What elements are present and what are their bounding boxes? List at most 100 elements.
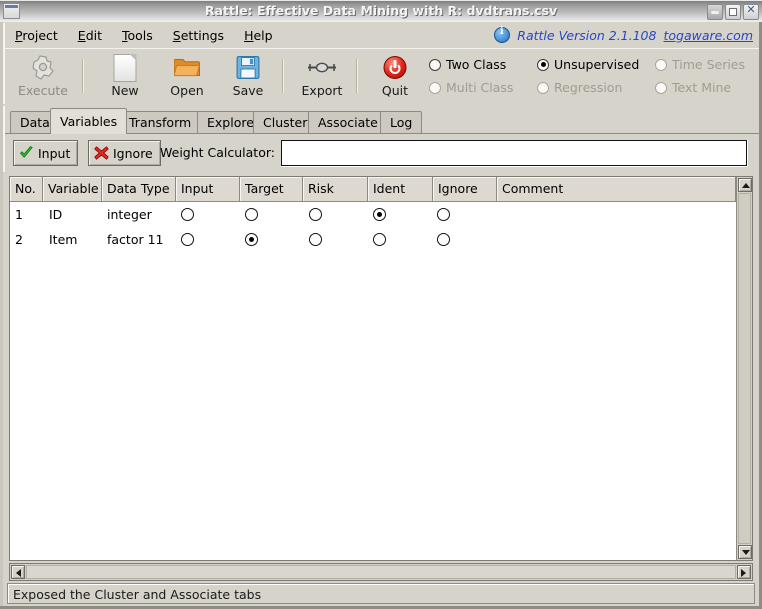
radio-multi-class-label: Multi Class — [446, 80, 514, 95]
radio-multi-class[interactable]: Multi Class — [429, 80, 537, 95]
column-header-no-label: No. — [15, 181, 36, 196]
tab-log[interactable]: Log — [380, 111, 423, 134]
table-row[interactable]: 2 Item factor 11 — [10, 227, 736, 252]
check-icon — [19, 146, 34, 160]
scroll-down-arrow-icon[interactable] — [738, 545, 752, 559]
tab-associate[interactable]: Associate — [308, 111, 388, 134]
scroll-up-arrow-icon[interactable] — [738, 178, 752, 192]
variables-table: No. Variable Data Type Input Target Risk… — [9, 176, 753, 561]
column-header-risk[interactable]: Risk — [303, 177, 368, 201]
open-button[interactable]: Open — [155, 52, 219, 102]
radio-two-class[interactable]: Two Class — [429, 57, 537, 72]
radio-row1-risk[interactable] — [309, 208, 322, 221]
cell-no: 1 — [15, 207, 23, 222]
tab-variables-label: Variables — [60, 114, 118, 129]
radio-two-class-label: Two Class — [446, 57, 507, 72]
open-label: Open — [170, 83, 204, 98]
radio-unsupervised-label: Unsupervised — [554, 57, 640, 72]
column-header-data-type[interactable]: Data Type — [102, 177, 176, 201]
menu-bar: Project Edit Tools Settings Help Rattle … — [3, 23, 759, 48]
column-header-ident-label: Ident — [373, 181, 406, 196]
column-header-target[interactable]: Target — [240, 177, 303, 201]
radio-row1-target[interactable] — [245, 208, 258, 221]
togaware-link[interactable]: togaware.com — [663, 28, 753, 43]
toolbar-separator-3 — [356, 59, 358, 93]
quit-label: Quit — [381, 83, 409, 98]
radio-multi-class-indicator — [429, 81, 441, 94]
radio-row2-input[interactable] — [181, 233, 194, 246]
menu-edit[interactable]: Edit — [68, 23, 112, 47]
input-button-label: Input — [38, 145, 71, 161]
toolbar-separator-1 — [82, 59, 84, 93]
table-vertical-scrollbar[interactable] — [736, 177, 752, 560]
version-label: Rattle Version 2.1.108 — [517, 27, 657, 43]
export-button[interactable]: Export — [290, 52, 354, 102]
menu-tools[interactable]: Tools — [112, 23, 163, 47]
column-header-ident[interactable]: Ident — [368, 177, 433, 201]
column-header-input[interactable]: Input — [176, 177, 240, 201]
radio-row1-ident[interactable] — [373, 208, 386, 221]
radio-text-mine-label: Text Mine — [672, 80, 732, 95]
ignore-button[interactable]: Ignore — [88, 140, 161, 166]
radio-row2-ignore[interactable] — [437, 233, 450, 246]
scroll-right-arrow-icon[interactable] — [737, 565, 751, 579]
application-window: Rattle: Effective Data Mining with R: dv… — [0, 0, 762, 609]
radio-row2-ident[interactable] — [373, 233, 386, 246]
column-header-ignore[interactable]: Ignore — [433, 177, 497, 201]
radio-regression[interactable]: Regression — [537, 80, 655, 95]
radio-time-series[interactable]: Time Series — [655, 57, 750, 72]
new-button[interactable]: New — [93, 52, 157, 102]
table-horizontal-scrollbar[interactable] — [9, 563, 753, 581]
horizontal-scrollbar-trough[interactable] — [26, 565, 736, 579]
column-header-comment-label: Comment — [502, 181, 564, 196]
radio-regression-label: Regression — [554, 80, 623, 95]
menu-tools-rest: ools — [127, 28, 153, 43]
tab-variables[interactable]: Variables — [50, 108, 128, 134]
table-row[interactable]: 1 ID integer — [10, 202, 736, 227]
radio-time-series-label: Time Series — [672, 57, 746, 72]
radio-regression-indicator — [537, 81, 549, 94]
column-header-risk-label: Risk — [308, 181, 334, 196]
gear-icon — [11, 53, 75, 83]
radio-text-mine-indicator — [655, 81, 667, 94]
execute-label: Execute — [18, 83, 68, 98]
minimize-icon[interactable] — [707, 4, 723, 20]
tab-log-label: Log — [390, 115, 413, 130]
radio-row1-ignore[interactable] — [437, 208, 450, 221]
save-button[interactable]: Save — [216, 52, 280, 102]
notebook-tabs: Data Variables Transform Explore Cluster… — [3, 106, 759, 134]
weight-calculator-input[interactable] — [281, 140, 747, 166]
menu-settings[interactable]: Settings — [163, 23, 234, 47]
quit-button[interactable]: Quit — [363, 52, 427, 102]
weight-calculator-label: Weight Calculator: — [160, 145, 275, 160]
column-header-input-label: Input — [181, 181, 214, 196]
column-header-variable-label: Variable — [48, 181, 99, 196]
tab-transform[interactable]: Transform — [119, 111, 202, 134]
radio-row1-input[interactable] — [181, 208, 194, 221]
title-bar: Rattle: Effective Data Mining with R: dv… — [0, 0, 762, 22]
radio-unsupervised[interactable]: Unsupervised — [537, 57, 655, 72]
scroll-left-arrow-icon[interactable] — [11, 565, 25, 579]
toolbar-separator-2 — [282, 59, 284, 93]
menu-project[interactable]: Project — [5, 23, 68, 47]
input-button[interactable]: Input — [13, 140, 79, 166]
radio-row2-risk[interactable] — [309, 233, 322, 246]
maximize-icon[interactable] — [725, 4, 741, 20]
radio-row2-target[interactable] — [245, 233, 258, 246]
cell-data-type: integer — [107, 207, 152, 222]
menu-settings-rest: ettings — [180, 28, 225, 43]
menu-help[interactable]: Help — [234, 23, 283, 47]
tab-cluster-label: Cluster — [263, 115, 308, 130]
execute-button[interactable]: Execute — [11, 52, 75, 102]
column-header-no[interactable]: No. — [10, 177, 43, 201]
radio-text-mine[interactable]: Text Mine — [655, 80, 750, 95]
cross-icon — [94, 146, 109, 160]
column-header-variable[interactable]: Variable — [43, 177, 102, 201]
window-controls — [705, 3, 759, 20]
vertical-scrollbar-trough[interactable] — [738, 193, 751, 544]
column-header-comment[interactable]: Comment — [497, 177, 736, 201]
ignore-button-label: Ignore — [113, 145, 153, 161]
tab-explore-label: Explore — [207, 115, 254, 130]
close-icon[interactable] — [743, 3, 759, 20]
info-icon — [494, 26, 511, 43]
